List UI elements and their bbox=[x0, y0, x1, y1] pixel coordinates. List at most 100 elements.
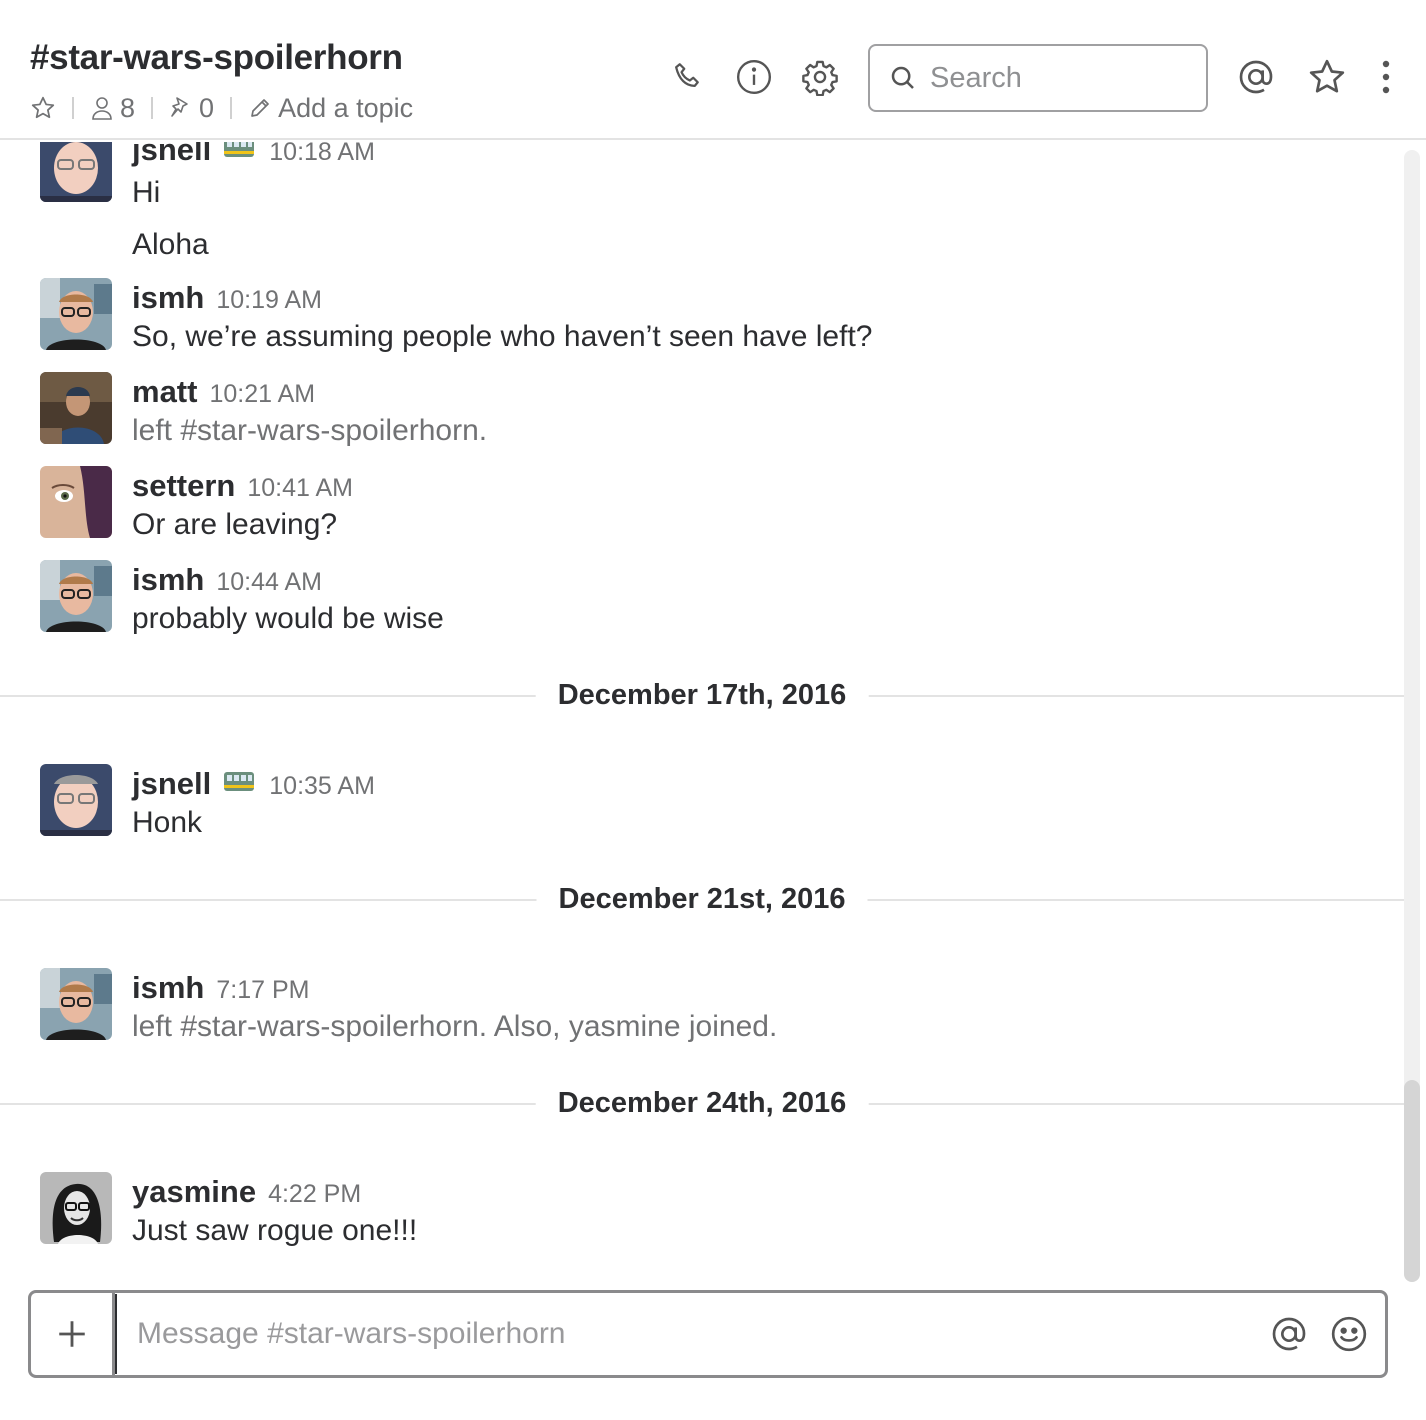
train-emoji-icon bbox=[224, 772, 255, 791]
search-input[interactable] bbox=[930, 61, 1180, 95]
avatar[interactable] bbox=[40, 372, 112, 444]
message-header: matt 10:21 AM bbox=[132, 374, 315, 410]
pencil-icon bbox=[251, 99, 269, 117]
plus-icon bbox=[58, 1321, 85, 1347]
add-topic-label: Add a topic bbox=[278, 92, 414, 123]
message-text: left #star-wars-spoilerhorn. bbox=[132, 414, 488, 447]
avatar[interactable] bbox=[40, 466, 112, 538]
pin-icon bbox=[171, 97, 188, 117]
message-timestamp[interactable]: 4:22 PM bbox=[268, 1180, 361, 1209]
avatar[interactable] bbox=[40, 1172, 112, 1244]
more-options-button[interactable] bbox=[1366, 57, 1406, 97]
star-outline-icon bbox=[31, 96, 55, 119]
message-text: Just saw rogue one!!! bbox=[132, 1214, 418, 1247]
message-timestamp[interactable]: 10:44 AM bbox=[216, 568, 322, 597]
author-name[interactable]: yasmine bbox=[132, 1174, 256, 1210]
starred-items-button[interactable] bbox=[1307, 57, 1347, 97]
message-timestamp[interactable]: 7:17 PM bbox=[216, 976, 309, 1005]
meta-separator bbox=[230, 97, 233, 119]
message-text: left #star-wars-spoilerhorn. Also, yasmi… bbox=[132, 1010, 778, 1043]
avatar[interactable] bbox=[40, 560, 112, 632]
search-icon bbox=[891, 66, 914, 89]
channel-title[interactable]: #star-wars-spoilerhorn bbox=[30, 38, 403, 78]
day-divider-label[interactable]: December 21st, 2016 bbox=[536, 879, 868, 919]
message-item[interactable]: jsnell 10:35 AM Honk bbox=[0, 764, 1400, 844]
message-item[interactable]: yasmine 4:22 PM Just saw rogue one!!! bbox=[0, 1172, 1400, 1252]
message-text: Aloha bbox=[132, 228, 209, 261]
gear-icon bbox=[802, 60, 838, 96]
message-timestamp[interactable]: 10:35 AM bbox=[269, 772, 375, 801]
add-topic-button[interactable]: Add a topic bbox=[248, 93, 413, 124]
message-text: Hi bbox=[132, 176, 161, 209]
message-item[interactable]: ismh 7:17 PM left #star-wars-spoilerhorn… bbox=[0, 968, 1400, 1048]
message-item[interactable]: jsnell 10:18 AM Hi Aloha bbox=[0, 142, 1400, 270]
message-item[interactable]: matt 10:21 AM left #star-wars-spoilerhor… bbox=[0, 372, 1400, 452]
message-header: ismh 10:44 AM bbox=[132, 562, 322, 598]
meta-separator bbox=[151, 97, 154, 119]
call-button[interactable] bbox=[668, 57, 708, 97]
slack-channel-window: #star-wars-spoilerhorn 8 0 Add a topic S… bbox=[0, 0, 1426, 1420]
scrollbar-thumb[interactable] bbox=[1404, 1080, 1420, 1282]
message-header: ismh 10:19 AM bbox=[132, 280, 322, 316]
message-item[interactable]: ismh 10:44 AM probably would be wise bbox=[0, 560, 1400, 640]
day-divider: December 21st, 2016 bbox=[0, 879, 1404, 919]
message-list: jsnell 10:18 AM Hi Aloha ismh 10:19 AM S… bbox=[0, 142, 1426, 1280]
channel-info-button[interactable] bbox=[734, 57, 774, 97]
channel-meta-row: 8 0 Add a topic bbox=[30, 92, 413, 124]
channel-settings-button[interactable] bbox=[800, 57, 840, 97]
more-icon bbox=[1382, 60, 1390, 94]
message-header: yasmine 4:22 PM bbox=[132, 1174, 361, 1210]
message-header: jsnell 10:35 AM bbox=[132, 766, 375, 802]
author-name[interactable]: matt bbox=[132, 374, 197, 410]
message-text: Honk bbox=[132, 806, 203, 839]
avatar[interactable] bbox=[40, 278, 112, 350]
members-button[interactable]: 8 bbox=[90, 93, 135, 124]
message-text: So, we’re assuming people who haven’t se… bbox=[132, 320, 873, 353]
mention-button[interactable] bbox=[1265, 1310, 1313, 1358]
author-name[interactable]: ismh bbox=[132, 280, 204, 316]
message-header: settern 10:41 AM bbox=[132, 468, 353, 504]
members-count: 8 bbox=[120, 92, 136, 123]
phone-icon bbox=[675, 63, 699, 87]
meta-separator bbox=[72, 97, 74, 119]
day-divider-label[interactable]: December 24th, 2016 bbox=[535, 1083, 869, 1123]
emoji-button[interactable] bbox=[1325, 1310, 1373, 1358]
at-icon bbox=[1239, 60, 1273, 94]
info-icon bbox=[736, 59, 772, 95]
mentions-button[interactable] bbox=[1236, 57, 1276, 97]
star-channel-button[interactable] bbox=[30, 95, 56, 121]
message-text: probably would be wise bbox=[132, 602, 444, 635]
member-icon bbox=[92, 97, 112, 120]
author-name[interactable]: ismh bbox=[132, 562, 204, 598]
author-name[interactable]: jsnell bbox=[132, 766, 211, 802]
avatar[interactable] bbox=[40, 142, 112, 202]
message-timestamp[interactable]: 10:18 AM bbox=[269, 142, 375, 167]
channel-header: #star-wars-spoilerhorn 8 0 Add a topic bbox=[0, 0, 1426, 140]
message-item[interactable]: ismh 10:19 AM So, we’re assuming people … bbox=[0, 278, 1400, 358]
message-composer bbox=[28, 1290, 1388, 1378]
attach-button[interactable] bbox=[31, 1293, 115, 1375]
message-input[interactable] bbox=[115, 1294, 1265, 1374]
message-header: jsnell 10:18 AM bbox=[132, 142, 375, 168]
author-name[interactable]: settern bbox=[132, 468, 235, 504]
message-header: ismh 7:17 PM bbox=[132, 970, 309, 1006]
avatar[interactable] bbox=[40, 968, 112, 1040]
day-divider-label[interactable]: December 17th, 2016 bbox=[535, 675, 869, 715]
day-divider: December 17th, 2016 bbox=[0, 675, 1404, 715]
message-timestamp[interactable]: 10:21 AM bbox=[209, 380, 315, 409]
search-box[interactable] bbox=[868, 44, 1208, 112]
train-emoji-icon bbox=[224, 142, 255, 157]
message-text: Or are leaving? bbox=[132, 508, 338, 541]
pins-count: 0 bbox=[199, 92, 215, 123]
day-divider: December 24th, 2016 bbox=[0, 1083, 1404, 1123]
author-name[interactable]: ismh bbox=[132, 970, 204, 1006]
message-item[interactable]: settern 10:41 AM Or are leaving? bbox=[0, 466, 1400, 546]
message-timestamp[interactable]: 10:41 AM bbox=[247, 474, 353, 503]
at-icon bbox=[1272, 1317, 1306, 1351]
avatar[interactable] bbox=[40, 764, 112, 836]
smiley-icon bbox=[1331, 1316, 1367, 1352]
message-timestamp[interactable]: 10:19 AM bbox=[216, 286, 322, 315]
pins-button[interactable]: 0 bbox=[169, 93, 214, 124]
star-icon bbox=[1309, 59, 1345, 93]
author-name[interactable]: jsnell bbox=[132, 142, 211, 168]
